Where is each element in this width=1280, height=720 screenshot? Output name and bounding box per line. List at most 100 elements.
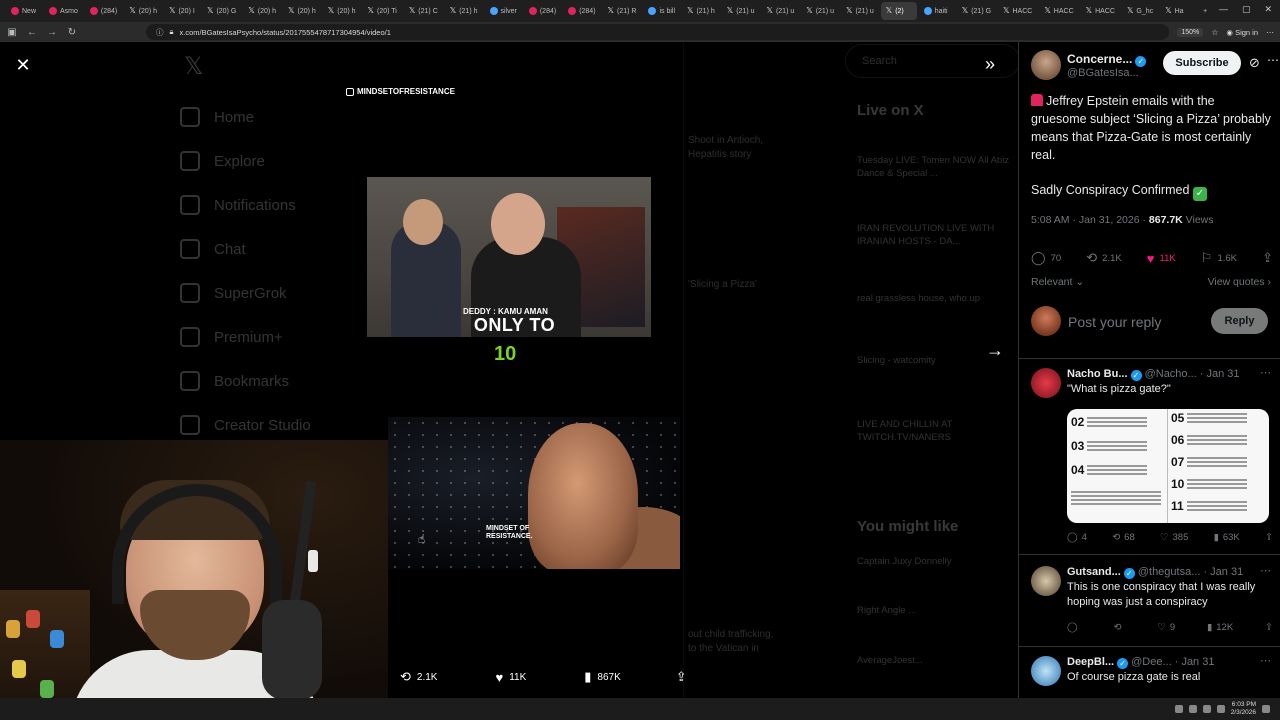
more-icon[interactable]: ⋯ bbox=[1267, 53, 1279, 67]
browser-tab[interactable]: 𝕏 HACC bbox=[1039, 2, 1078, 20]
tray-icon[interactable] bbox=[1174, 705, 1183, 713]
avatar[interactable] bbox=[1031, 566, 1061, 596]
views-count-button[interactable]: ▮ 12K bbox=[1207, 622, 1233, 633]
background-nav-label: Creator Studio bbox=[214, 416, 311, 434]
info-icon[interactable]: ⓘ bbox=[156, 27, 164, 38]
next-media-icon[interactable]: → bbox=[986, 340, 1004, 361]
browser-tab[interactable]: 𝕏 Ha bbox=[1160, 2, 1196, 20]
close-window-icon[interactable]: ✕ bbox=[1264, 4, 1272, 15]
reply-count-button[interactable]: ◯ 70 bbox=[1031, 250, 1061, 266]
extensions-icon[interactable]: ⋯ bbox=[1266, 28, 1274, 37]
collapse-panel-icon[interactable]: » bbox=[985, 54, 995, 75]
reply-button[interactable]: Reply bbox=[1211, 308, 1268, 334]
browser-tab-label: HACC bbox=[1012, 7, 1033, 15]
network-icon[interactable] bbox=[1202, 705, 1211, 713]
browser-tab[interactable]: 𝕏 (21) u bbox=[841, 2, 879, 20]
browser-tab[interactable]: 𝕏 (21) h bbox=[445, 2, 483, 20]
like-count-button[interactable]: ♥ 11K bbox=[1147, 251, 1176, 266]
browser-tab[interactable]: is bill bbox=[643, 2, 680, 20]
browser-tab[interactable]: New bbox=[6, 2, 42, 20]
url-text: x.com/BGatesIsaPsycho/status/20175554787… bbox=[179, 27, 391, 37]
views-button[interactable]: ▮ 867K bbox=[584, 669, 621, 685]
browser-tab[interactable]: 𝕏 (21) C bbox=[404, 2, 443, 20]
like-count-button[interactable]: ♡ 385 bbox=[1160, 532, 1188, 543]
bookmark-count-button[interactable]: ⚐ 1.6K bbox=[1201, 250, 1237, 266]
share-button[interactable]: ⇪ bbox=[1265, 532, 1273, 543]
webcam-overlay bbox=[0, 440, 388, 698]
grok-icon[interactable]: ⊘ bbox=[1249, 55, 1260, 71]
volume-icon[interactable] bbox=[1216, 705, 1225, 713]
tray-icon[interactable] bbox=[1188, 705, 1197, 713]
reply-item[interactable]: Gutsand... ✓ @thegutsa... · Jan 31 ⋯ This… bbox=[1031, 564, 1273, 646]
repost-count-button[interactable]: ⟲ 68 bbox=[1112, 532, 1135, 543]
browser-tab[interactable]: 𝕏 (20) I bbox=[164, 2, 200, 20]
author-name[interactable]: Concerne... ✓ bbox=[1067, 52, 1147, 67]
notification-icon[interactable] bbox=[1262, 705, 1270, 713]
author-handle[interactable]: @BGatesIsa... bbox=[1067, 67, 1139, 79]
reply-input[interactable]: Post your reply bbox=[1068, 314, 1161, 330]
browser-tab[interactable]: 𝕏 (2) bbox=[880, 2, 917, 20]
browser-tab[interactable]: 𝕏 HACC bbox=[998, 2, 1037, 20]
video-watermark: MINDSETOFRESISTANCE bbox=[346, 87, 455, 96]
reply-count-button[interactable]: ◯ bbox=[1067, 622, 1082, 633]
share-button[interactable]: ⇪ bbox=[1262, 250, 1273, 266]
zoom-level[interactable]: 150% bbox=[1177, 27, 1204, 37]
browser-tab[interactable]: 𝕏 (20) Ti bbox=[363, 2, 402, 20]
back-icon[interactable]: ← bbox=[26, 27, 38, 38]
more-icon[interactable]: ⋯ bbox=[1260, 366, 1271, 379]
repost-count-button[interactable]: ⟲ bbox=[1114, 622, 1126, 633]
x-logo-icon: 𝕏 bbox=[607, 6, 614, 15]
repost-button[interactable]: ⟲ 2.1K bbox=[400, 669, 437, 685]
browser-tab[interactable]: 𝕏 (20) h bbox=[283, 2, 321, 20]
minimize-icon[interactable]: — bbox=[1219, 4, 1228, 15]
views-count-button[interactable]: ▮ 63K bbox=[1214, 532, 1240, 543]
maximize-icon[interactable]: ▢ bbox=[1242, 4, 1251, 15]
star-icon[interactable]: ☆ bbox=[1211, 28, 1218, 37]
browser-tab[interactable]: 𝕏 (20) h bbox=[243, 2, 281, 20]
browser-tab[interactable]: haiti bbox=[919, 2, 955, 20]
like-button[interactable]: ♥ 11K bbox=[495, 670, 526, 685]
forward-icon[interactable]: → bbox=[46, 27, 58, 38]
reply-item[interactable]: DeepBl... ✓ @Dee... · Jan 31 ⋯ Of course … bbox=[1031, 654, 1273, 696]
more-icon[interactable]: ⋯ bbox=[1260, 564, 1271, 577]
repost-count-button[interactable]: ⟲ 2.1K bbox=[1086, 250, 1121, 266]
video-player[interactable]: MINDSETOFRESISTANCE DEDDY : KAMU AMAN ON… bbox=[346, 87, 683, 687]
avatar[interactable] bbox=[1031, 656, 1061, 686]
browser-tab[interactable]: (284) bbox=[85, 2, 122, 20]
nav-icon bbox=[180, 415, 200, 435]
view-quotes-link[interactable]: View quotes › bbox=[1208, 276, 1271, 288]
avatar[interactable] bbox=[1031, 368, 1061, 398]
browser-tab[interactable]: 𝕏 (20) G bbox=[202, 2, 241, 20]
like-count-button[interactable]: ♡ 9 bbox=[1157, 622, 1175, 633]
subscribe-button[interactable]: Subscribe bbox=[1163, 51, 1241, 75]
close-icon[interactable]: ✕ bbox=[14, 56, 32, 74]
url-field[interactable]: ⓘ 🔒︎ x.com/BGatesIsaPsycho/status/201755… bbox=[146, 24, 1170, 40]
share-button[interactable]: ⇪ bbox=[1265, 622, 1273, 633]
browser-tab[interactable]: 𝕏 (20) h bbox=[323, 2, 361, 20]
browser-tab[interactable]: 𝕏 G_hc bbox=[1122, 2, 1158, 20]
browser-tab[interactable]: Asmo bbox=[44, 2, 83, 20]
sign-in-button[interactable]: ◉ Sign in bbox=[1226, 28, 1258, 37]
browser-tab[interactable]: silver bbox=[485, 2, 522, 20]
reload-icon[interactable]: ↻ bbox=[66, 27, 78, 38]
reply-count-button[interactable]: ◯ 4 bbox=[1067, 532, 1087, 543]
instagram-icon bbox=[346, 87, 354, 96]
sidebar-toggle-icon[interactable]: ▣ bbox=[6, 27, 18, 38]
browser-tab[interactable]: 𝕏 (21) G bbox=[957, 2, 996, 20]
reply-header: DeepBl... ✓ @Dee... · Jan 31 bbox=[1067, 656, 1215, 669]
more-icon[interactable]: ⋯ bbox=[1260, 654, 1271, 667]
avatar[interactable] bbox=[1031, 50, 1061, 80]
browser-tab[interactable]: 𝕏 (21) u bbox=[762, 2, 800, 20]
reply-image[interactable]: 02 03 04 05 06 07 10 11 bbox=[1067, 409, 1269, 523]
share-button[interactable]: ⇪ bbox=[676, 669, 687, 685]
browser-tab[interactable]: 𝕏 (21) R bbox=[603, 2, 642, 20]
taskbar-clock[interactable]: 6:03 PM 2/3/2026 bbox=[1231, 701, 1256, 717]
browser-tab[interactable]: 𝕏 (21) u bbox=[722, 2, 760, 20]
browser-tab[interactable]: (284) bbox=[524, 2, 561, 20]
browser-tab[interactable]: 𝕏 HACC bbox=[1081, 2, 1120, 20]
sort-dropdown[interactable]: Relevant ⌄ bbox=[1031, 276, 1084, 288]
browser-tab[interactable]: (284) bbox=[563, 2, 600, 20]
browser-tab[interactable]: 𝕏 (21) u bbox=[801, 2, 839, 20]
browser-tab[interactable]: 𝕏 (20) h bbox=[124, 2, 162, 20]
browser-tab[interactable]: 𝕏 (21) h bbox=[682, 2, 720, 20]
